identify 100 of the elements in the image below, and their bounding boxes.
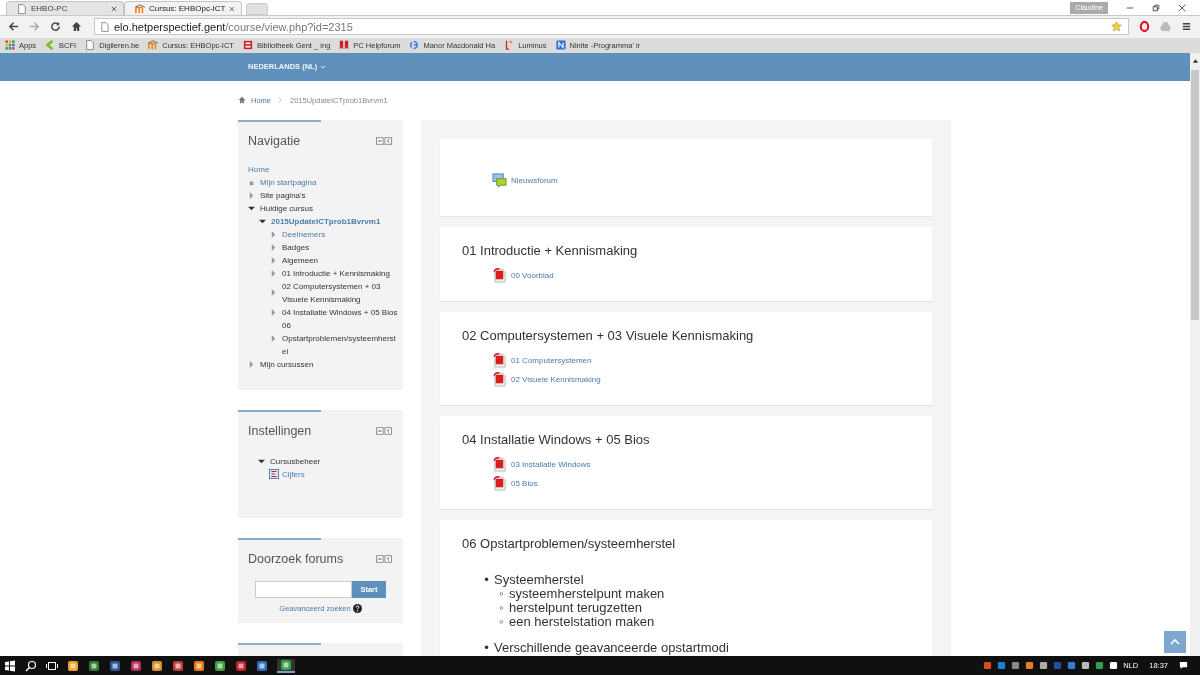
collapsed-arrow-icon[interactable]	[248, 191, 255, 199]
expanded-arrow-icon[interactable]	[259, 217, 266, 225]
tree-item[interactable]: Badges	[282, 240, 310, 254]
block-title: Instellingen	[248, 423, 312, 438]
collapsed-arrow-icon[interactable]	[270, 230, 277, 238]
activity-link[interactable]: 03 Installatie Windows	[511, 459, 591, 469]
apps-grid-icon	[5, 40, 15, 51]
tree-item[interactable]: Mijn cursussen	[260, 357, 314, 371]
section-title: 06 Opstartproblemen/systeemherstel	[462, 535, 677, 551]
list-item: herstelpunt terugzetten	[509, 600, 642, 615]
home-icon	[238, 96, 246, 105]
tree-item[interactable]: Algemeen	[282, 253, 319, 267]
block-title: Doorzoek forums	[248, 551, 344, 566]
collapsed-arrow-icon[interactable]	[270, 289, 277, 297]
address-bar[interactable]: elo.hetperspectief.gent/course/view.php?id=2315	[94, 18, 1129, 36]
tree-link[interactable]: Mijn startpagina	[260, 175, 317, 189]
chevron-icon	[278, 97, 283, 104]
bracket-icon	[504, 40, 515, 51]
activity-link[interactable]: 00 Voorblad	[511, 270, 554, 280]
tree-item[interactable]: Huidige cursus	[260, 201, 313, 215]
search-icon[interactable]	[25, 659, 37, 672]
hat-icon	[135, 3, 145, 14]
collapsed-arrow-icon[interactable]	[270, 334, 277, 342]
pdf-icon	[492, 267, 507, 283]
tree-item[interactable]: 01 Introductie + Kennismaking	[282, 266, 390, 280]
back-icon[interactable]	[8, 21, 19, 33]
ring-icon[interactable]	[1139, 21, 1150, 33]
taskbar-app-icon[interactable]	[172, 659, 184, 672]
activity-link[interactable]: 01 Computersystemen	[511, 355, 592, 365]
list-item: Systeemherstel	[494, 572, 584, 587]
search-field[interactable]	[255, 580, 352, 598]
tree-item[interactable]: Cursusbeheer	[270, 454, 321, 468]
taskbar-app-icon[interactable]	[130, 659, 142, 672]
taskbar-app-icon[interactable]	[277, 658, 295, 673]
bullet-marker: ◦	[498, 614, 505, 629]
taskbar-app-icon[interactable]	[67, 659, 79, 672]
reload-icon[interactable]	[50, 21, 61, 33]
close-icon[interactable]	[1178, 3, 1186, 12]
close-icon[interactable]	[111, 5, 117, 12]
bullet-marker: •	[483, 640, 490, 655]
scrollbar[interactable]	[1190, 52, 1200, 657]
bullet-marker: •	[483, 572, 490, 587]
caret-icon	[320, 63, 327, 70]
section-title: 01 Introductie + Kennismaking	[462, 242, 639, 258]
expanded-arrow-icon[interactable]	[258, 457, 265, 465]
collapsed-arrow-icon[interactable]	[248, 360, 255, 368]
taskbar-app-icon[interactable]	[214, 659, 226, 672]
bullet-marker: ◦	[498, 600, 505, 615]
chevron-icon	[45, 40, 56, 51]
taskbar-app-icon[interactable]	[151, 659, 163, 672]
list-item: systeemherstelpunt maken	[509, 586, 665, 601]
tree-link[interactable]: 2015UpdateICTprob1Bvrvm1	[271, 214, 381, 228]
tree-link[interactable]: Deelnemers	[282, 227, 326, 241]
section-title: 02 Computersystemen + 03 Visuele Kennismaking	[462, 327, 755, 343]
close-icon[interactable]	[229, 5, 235, 12]
tree-link[interactable]: Home	[248, 162, 270, 176]
taskbar-app-icon[interactable]	[193, 659, 205, 672]
scroll-to-top-button[interactable]	[1164, 631, 1186, 654]
square-app-icon	[555, 40, 566, 51]
tree-item[interactable]: 06 Opstartproblemen/systeemherstel	[282, 318, 399, 358]
expanded-arrow-icon[interactable]	[248, 204, 255, 212]
notification-icon[interactable]	[1179, 661, 1188, 670]
help-icon[interactable]	[352, 603, 362, 613]
tree-item[interactable]: Site pagina's	[260, 188, 306, 202]
section-title: 04 Installatie Windows + 05 Bios	[462, 431, 651, 447]
task-view-icon[interactable]	[46, 659, 58, 672]
collapsed-arrow-icon[interactable]	[270, 256, 277, 264]
browser-tab[interactable]: Cursus: EHBOpc-ICT	[124, 1, 242, 15]
menu-icon[interactable]	[1181, 21, 1192, 33]
block-controls-icon[interactable]	[376, 136, 393, 145]
pdf-icon	[492, 371, 507, 387]
taskbar-app-icon[interactable]	[88, 659, 100, 672]
browser-tab[interactable]: EHBO-PC	[6, 1, 124, 15]
page-icon	[17, 3, 27, 14]
block-controls-icon[interactable]	[376, 426, 393, 435]
tree-item[interactable]: 02 Computersystemen + 03 Visuele Kennismaking	[282, 279, 399, 306]
tree-link[interactable]: Cijfers	[282, 467, 305, 481]
collapsed-arrow-icon[interactable]	[270, 308, 277, 316]
restore-icon[interactable]	[1152, 3, 1160, 12]
page-icon	[101, 22, 109, 32]
chat-bubbles-icon	[492, 172, 507, 188]
pdf-icon	[492, 352, 507, 368]
activity-link[interactable]: 05 Bios	[511, 478, 538, 488]
windows-logo-icon[interactable]	[4, 659, 16, 672]
home-icon[interactable]	[71, 21, 82, 33]
hat-icon	[148, 40, 159, 51]
tree-item[interactable]: 04 Installatie Windows + 05 Bios	[282, 305, 398, 319]
activity-link[interactable]: 02 Visuele Kennismaking	[511, 374, 601, 384]
scroll-up-icon[interactable]	[1191, 57, 1199, 64]
activity-link[interactable]: Nieuwsforum	[511, 175, 558, 185]
taskbar-app-icon[interactable]	[109, 659, 121, 672]
collapsed-arrow-icon[interactable]	[270, 269, 277, 277]
flag-icon	[339, 40, 350, 51]
block-controls-icon[interactable]	[376, 554, 393, 563]
ring-icon	[409, 40, 420, 51]
taskbar-app-icon[interactable]	[256, 659, 268, 672]
pdf-icon	[492, 456, 507, 472]
collapsed-arrow-icon[interactable]	[270, 243, 277, 251]
taskbar-app-icon[interactable]	[235, 659, 247, 672]
star-icon[interactable]	[1111, 21, 1122, 33]
